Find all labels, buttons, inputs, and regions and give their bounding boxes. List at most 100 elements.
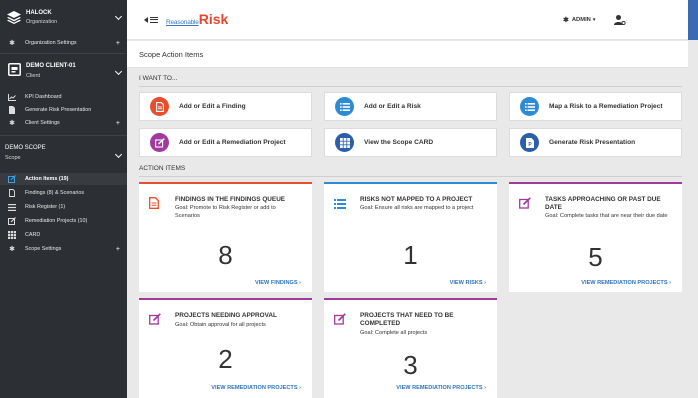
sidebar-item-label: Organization Settings bbox=[25, 40, 77, 46]
window-edge bbox=[688, 0, 698, 40]
edit-icon bbox=[8, 217, 16, 225]
edit-icon bbox=[519, 196, 531, 209]
scope-switcher[interactable]: DEMO SCOPE Scope bbox=[0, 140, 127, 168]
layers-icon bbox=[7, 10, 21, 24]
grid-icon bbox=[335, 133, 354, 152]
card-count: 8 bbox=[218, 240, 233, 270]
user-settings-icon[interactable] bbox=[614, 13, 626, 26]
action-label: Generate Risk Presentation bbox=[549, 139, 636, 146]
gear-icon: ✱ bbox=[9, 120, 15, 127]
card-findings-queue: Findings in the Findings Queue Goal: Pro… bbox=[139, 182, 312, 292]
view-remediation-projects-link[interactable]: View Remediation Projects › bbox=[581, 280, 671, 286]
document-icon bbox=[8, 189, 16, 197]
view-findings-link[interactable]: View Findings › bbox=[255, 280, 301, 286]
card-count: 1 bbox=[403, 240, 418, 270]
list-icon bbox=[520, 97, 539, 116]
add-edit-remediation-project-button[interactable]: Add or Edit a Remediation Project bbox=[139, 128, 312, 157]
section-label-action-items: ACTION ITEMS bbox=[139, 165, 186, 172]
add-edit-risk-button[interactable]: Add or Edit a Risk bbox=[324, 92, 497, 121]
list-icon bbox=[335, 97, 354, 116]
section-label-i-want-to: I WANT TO... bbox=[139, 75, 178, 82]
window-edge bbox=[688, 40, 698, 398]
client-switcher[interactable]: DEMO CLIENT-01 Client bbox=[0, 58, 127, 88]
grid-icon bbox=[8, 231, 16, 239]
menu-toggle-icon[interactable] bbox=[144, 15, 158, 25]
sidebar-item-card[interactable]: CARD bbox=[0, 229, 127, 241]
page-title: Scope Action Items bbox=[139, 50, 204, 59]
edit-icon bbox=[149, 312, 161, 325]
generate-risk-presentation-button[interactable]: P Generate Risk Presentation bbox=[509, 128, 682, 157]
sidebar-item-label: Risk Register (1) bbox=[25, 204, 66, 210]
document-icon bbox=[149, 196, 161, 209]
admin-label: ADMIN bbox=[571, 17, 591, 23]
caret-down-icon: ▾ bbox=[592, 17, 596, 23]
view-remediation-projects-link[interactable]: View Remediation Projects › bbox=[396, 385, 486, 391]
logo-small-text: Reasonable bbox=[166, 19, 199, 26]
sidebar-item-label: Scope Settings bbox=[25, 246, 62, 252]
action-label: Add or Edit a Risk bbox=[364, 103, 421, 110]
sidebar-item-client-settings[interactable]: ✱ Client Settings + bbox=[0, 117, 127, 129]
sidebar-item-organization-settings[interactable]: ✱ Organization Settings + bbox=[0, 37, 127, 49]
org-switcher[interactable]: HALOCK Organization bbox=[0, 0, 127, 36]
sidebar-item-kpi-dashboard[interactable]: KPI Dashboard bbox=[0, 91, 127, 103]
card-title: Projects that need to be completed bbox=[360, 312, 454, 327]
action-label: Add or Edit a Remediation Project bbox=[179, 139, 286, 146]
add-edit-finding-button[interactable]: Add or Edit a Finding bbox=[139, 92, 312, 121]
client-label: Client bbox=[26, 73, 41, 79]
view-remediation-projects-link[interactable]: View Remediation Projects › bbox=[211, 385, 301, 391]
sidebar-item-action-items[interactable]: Action Items (19) bbox=[0, 173, 127, 185]
sidebar: HALOCK Organization ✱ Organization Setti… bbox=[0, 0, 127, 398]
gear-icon: ✱ bbox=[9, 246, 15, 253]
file-icon: P bbox=[520, 133, 539, 152]
chevron-down-icon bbox=[114, 67, 123, 76]
pencil-icon bbox=[8, 175, 16, 183]
action-label: View the Scope CARD bbox=[364, 139, 434, 146]
card-tasks-due: Tasks approaching or past due date Goal:… bbox=[509, 182, 682, 292]
file-icon bbox=[8, 106, 16, 114]
edit-icon bbox=[334, 312, 346, 325]
sidebar-item-remediation-projects[interactable]: Remediation Projects (10) bbox=[0, 215, 127, 227]
scope-name: DEMO SCOPE bbox=[5, 145, 46, 151]
edit-icon bbox=[150, 133, 169, 152]
plus-icon: + bbox=[115, 119, 120, 127]
card-title: Risks not mapped to a project bbox=[360, 196, 473, 203]
org-name: HALOCK bbox=[26, 10, 52, 16]
card-count: 2 bbox=[218, 344, 233, 374]
org-label: Organization bbox=[26, 19, 58, 25]
sidebar-item-findings[interactable]: Findings (8) & Scenarios bbox=[0, 187, 127, 199]
sidebar-item-label: Client Settings bbox=[25, 120, 60, 126]
card-title: Findings in the Findings Queue bbox=[175, 196, 286, 203]
view-scope-card-button[interactable]: View the Scope CARD bbox=[324, 128, 497, 157]
action-label: Map a Risk to a Remediation Project bbox=[549, 103, 663, 110]
card-projects-needing-approval: Projects needing approval Goal: Obtain a… bbox=[139, 298, 312, 398]
card-goal: Goal: Complete all projects bbox=[360, 330, 428, 336]
sidebar-item-label: Remediation Projects (10) bbox=[25, 218, 88, 224]
top-bar: Reasonable Risk ✱ ADMIN ▾ bbox=[127, 0, 698, 40]
card-projects-to-complete: Projects that need to be completed Goal:… bbox=[324, 298, 497, 398]
card-goal: Goal: Promote to Risk Register or add to… bbox=[175, 205, 276, 219]
sidebar-item-label: KPI Dashboard bbox=[25, 94, 62, 100]
map-risk-to-project-button[interactable]: Map a Risk to a Remediation Project bbox=[509, 92, 682, 121]
card-title: Projects needing approval bbox=[175, 312, 277, 319]
sidebar-item-risk-register[interactable]: Risk Register (1) bbox=[0, 201, 127, 213]
card-title: Tasks approaching or past due date bbox=[545, 196, 661, 211]
card-risks-not-mapped: Risks not mapped to a project Goal: Ensu… bbox=[324, 182, 497, 292]
sidebar-item-generate-risk-presentation[interactable]: Generate Risk Presentation bbox=[0, 104, 127, 116]
list-icon bbox=[8, 203, 16, 211]
sidebar-item-scope-settings[interactable]: ✱ Scope Settings + bbox=[0, 243, 127, 255]
scope-label: Scope bbox=[5, 155, 21, 161]
sidebar-item-label: Findings (8) & Scenarios bbox=[25, 190, 85, 196]
client-icon bbox=[7, 62, 21, 76]
document-icon bbox=[150, 97, 169, 116]
gear-icon: ✱ bbox=[9, 40, 15, 47]
divider bbox=[139, 176, 682, 177]
client-name: DEMO CLIENT-01 bbox=[26, 63, 76, 69]
view-risks-link[interactable]: View Risks › bbox=[450, 280, 486, 286]
card-goal: Goal: Ensure all risks are mapped to a p… bbox=[360, 205, 474, 211]
admin-menu[interactable]: ✱ ADMIN ▾ bbox=[563, 16, 595, 24]
card-count: 5 bbox=[588, 242, 603, 272]
app-logo[interactable]: Reasonable Risk bbox=[166, 11, 228, 27]
chevron-down-icon bbox=[114, 150, 123, 159]
gear-icon: ✱ bbox=[563, 17, 569, 24]
action-label: Add or Edit a Finding bbox=[179, 103, 246, 110]
